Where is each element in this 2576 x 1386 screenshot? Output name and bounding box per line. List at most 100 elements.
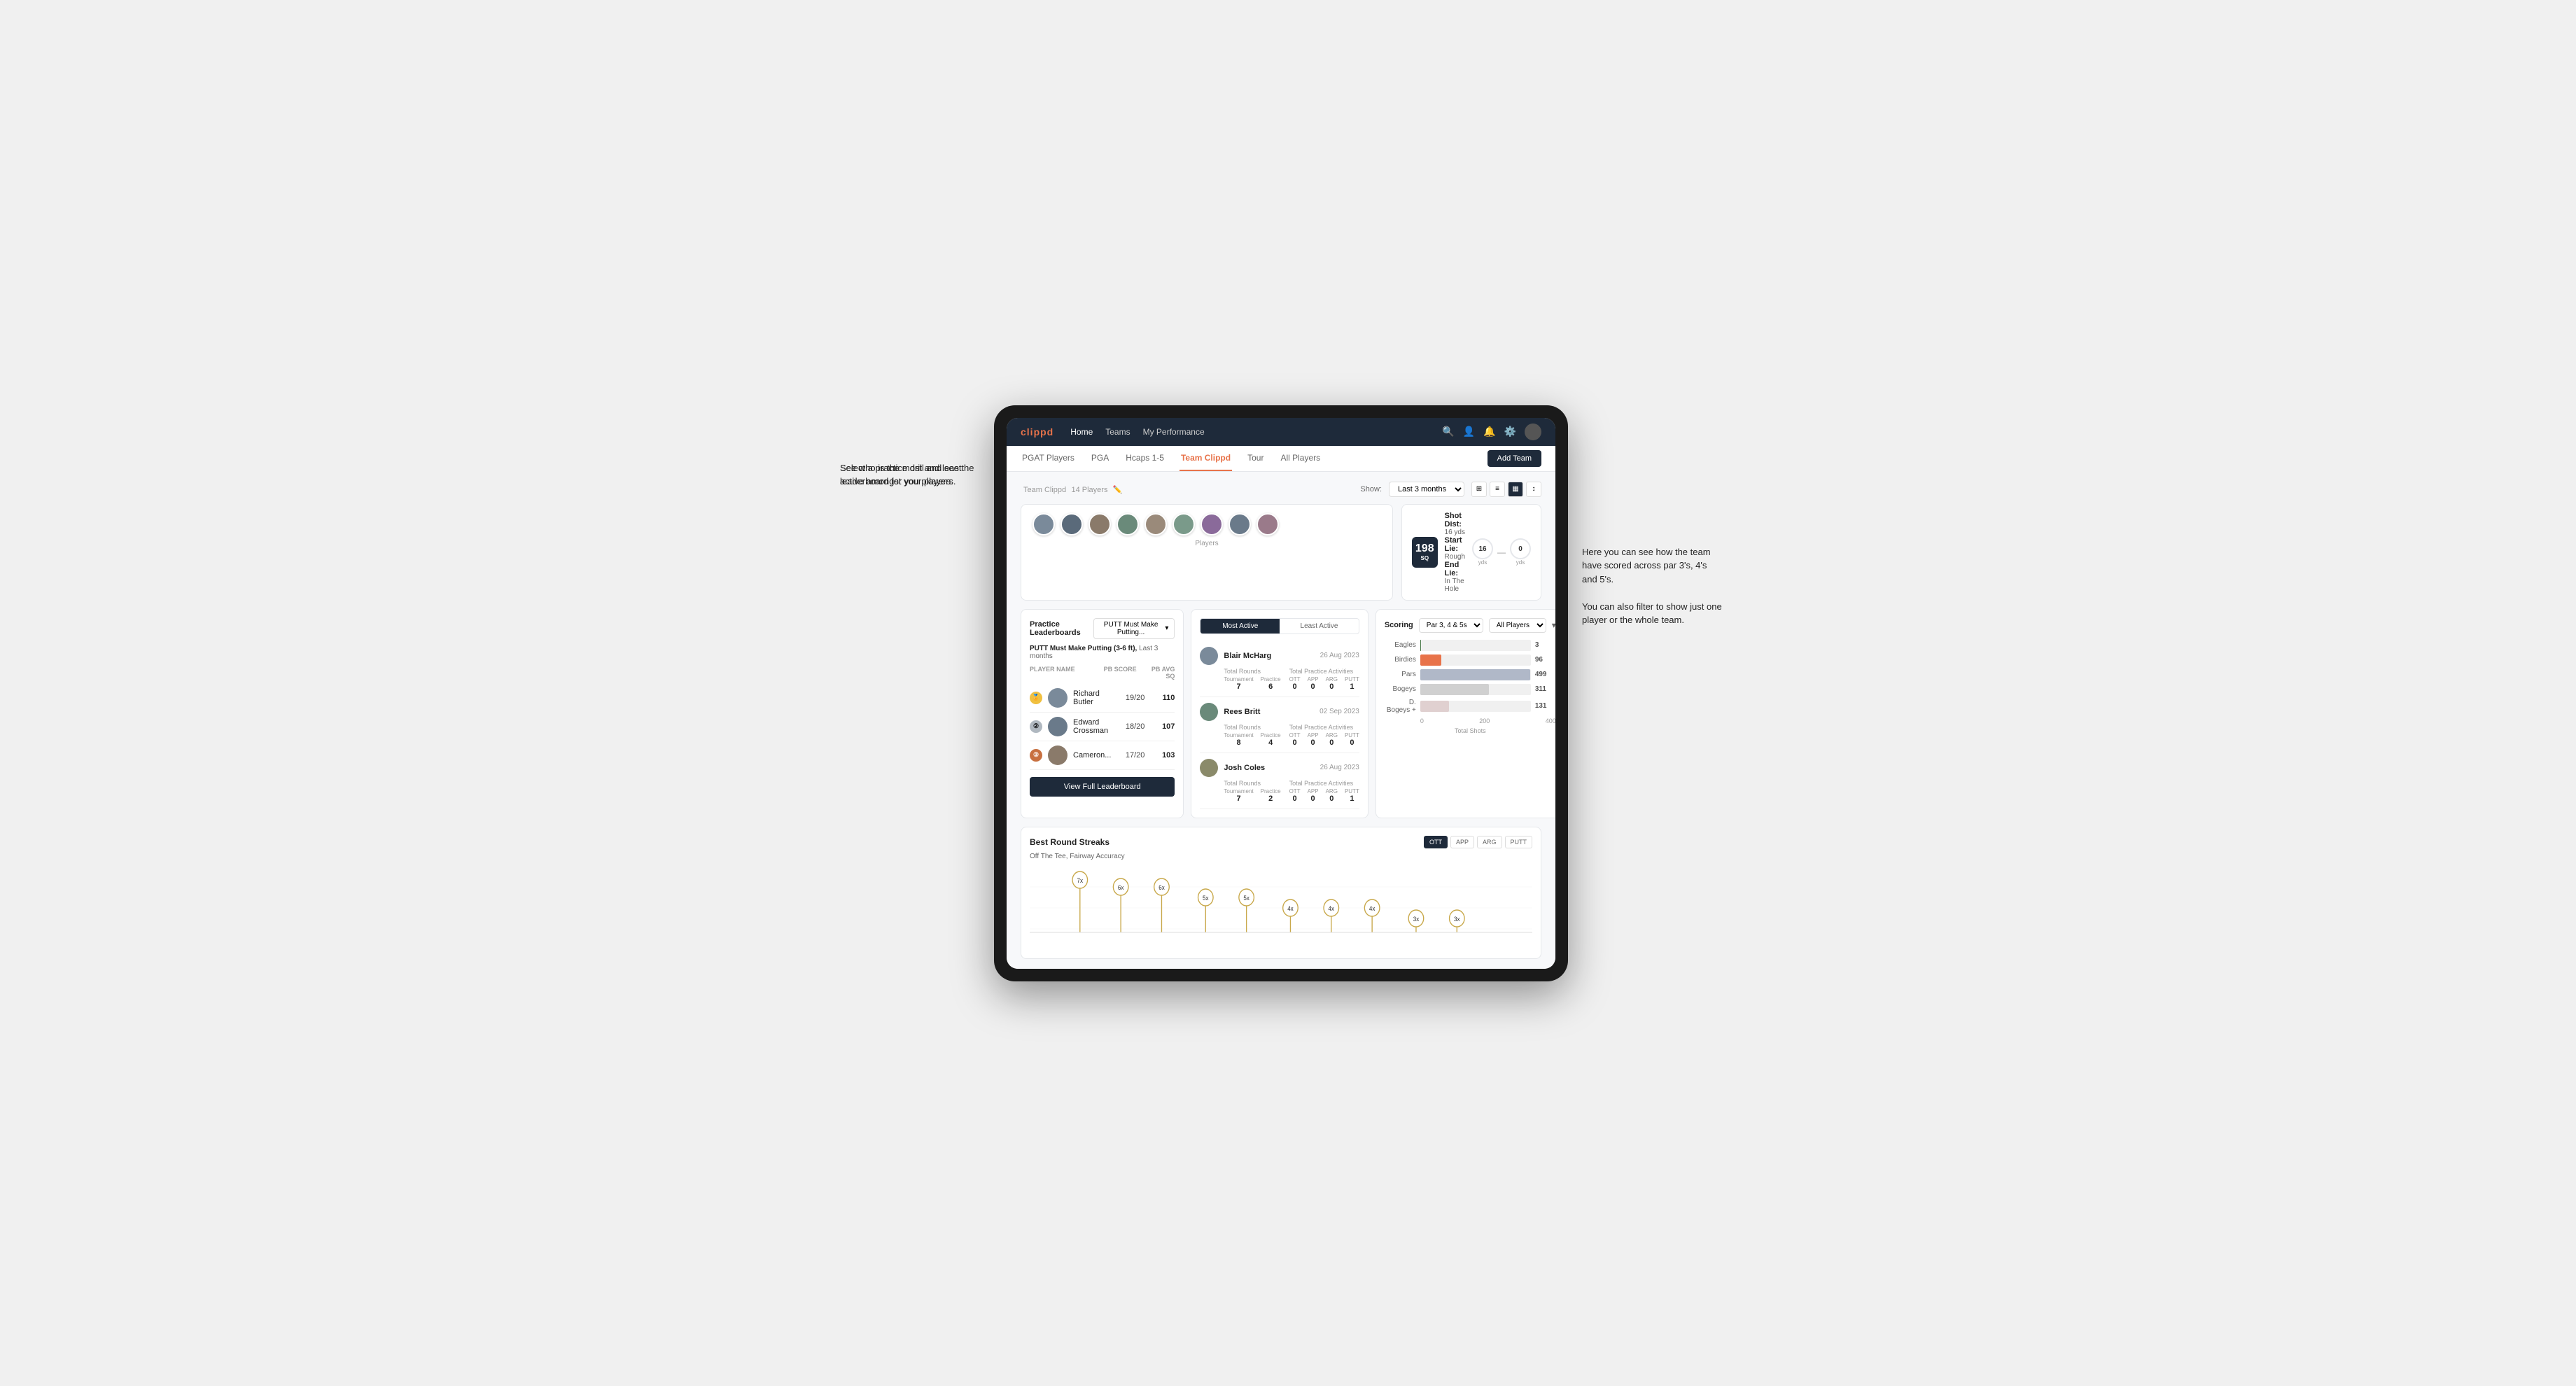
sort-icon[interactable]: ↕ [1526,482,1541,497]
players-label: Players [1032,540,1381,547]
bar-value-bogeys: 311 [1535,685,1555,693]
players-row-container: Players 198 SQ Shot Dist: 16 yds Start L… [1021,504,1541,601]
player-avatar-6[interactable] [1172,513,1195,536]
nav-home[interactable]: Home [1070,427,1093,437]
team-title: Team Clippd 14 Players ✏️ [1021,484,1123,494]
show-select[interactable]: Last 3 months Last 6 months This year [1389,482,1464,497]
activity-toggle: Most Active Least Active [1200,618,1359,634]
activity-player-header-3: Josh Coles 26 Aug 2023 [1200,759,1359,777]
show-label: Show: [1360,485,1382,493]
svg-text:7x: 7x [1077,876,1084,884]
nav-my-performance[interactable]: My Performance [1143,427,1205,437]
players-card: Players [1021,504,1393,601]
leaderboard-dropdown[interactable]: PUTT Must Make Putting... ▾ [1093,618,1175,639]
view-full-leaderboard-button[interactable]: View Full Leaderboard [1030,777,1175,797]
lb-score-2: 18/20 [1116,722,1144,731]
subnav-pgat[interactable]: PGAT Players [1021,446,1076,471]
activity-name-3: Josh Coles [1224,764,1314,772]
view-icons: ⊞ ≡ ▦ ↕ [1471,482,1541,497]
subnav: PGAT Players PGA Hcaps 1-5 Team Clippd T… [1007,446,1555,472]
player-avatar-9[interactable] [1256,513,1279,536]
navbar: clippd Home Teams My Performance 🔍 👤 🔔 ⚙… [1007,418,1555,446]
most-active-tab[interactable]: Most Active [1200,619,1280,634]
scoring-card: Scoring Par 3, 4 & 5s Par 3s Par 4s Par … [1376,609,1555,818]
filter-app[interactable]: APP [1450,836,1474,848]
bar-row-pars: Pars 499 [1385,669,1555,680]
col-pb-score: PB SCORE [1102,666,1137,680]
rank-badge-1: 🏅 [1030,692,1042,704]
rank-badge-2: ② [1030,720,1042,733]
scoring-header: Scoring Par 3, 4 & 5s Par 3s Par 4s Par … [1385,618,1555,633]
tournament-stat-2: Tournament 8 [1224,732,1253,747]
detail-view-icon[interactable]: ▦ [1508,482,1523,497]
edit-icon[interactable]: ✏️ [1113,486,1123,494]
lb-avatar-3 [1048,746,1068,765]
lb-avatar-1 [1048,688,1068,708]
total-rounds-group-3: Total Rounds Tournament 7 Practice [1224,780,1280,803]
subnav-team-clippd[interactable]: Team Clippd [1180,446,1232,471]
player-avatar-7[interactable] [1200,513,1223,536]
player-avatar-5[interactable] [1144,513,1167,536]
streaks-header: Best Round Streaks OTT APP ARG PUTT [1030,836,1532,848]
player-avatar-8[interactable] [1228,513,1251,536]
bar-value-birdies: 96 [1535,656,1555,664]
leaderboard-row-3: ③ Cameron... 17/20 103 [1030,741,1175,770]
total-rounds-group-1: Total Rounds Tournament 7 Practice [1224,668,1280,691]
list-view-icon[interactable]: ≡ [1490,482,1505,497]
bell-icon[interactable]: 🔔 [1483,426,1495,438]
activity-player-header-2: Rees Britt 02 Sep 2023 [1200,703,1359,721]
settings-icon[interactable]: ⚙️ [1504,426,1516,438]
putt-stat-1: PUTT 1 [1345,676,1359,691]
brand-logo: clippd [1021,426,1054,438]
bar-row-eagles: Eagles 3 [1385,640,1555,651]
bar-fill-pars [1420,669,1531,680]
tablet-screen: clippd Home Teams My Performance 🔍 👤 🔔 ⚙… [1007,418,1555,969]
practice-activities-group-3: Total Practice Activities OTT 0 APP [1289,780,1359,803]
shot-card: 198 SQ Shot Dist: 16 yds Start Lie: Roug… [1401,504,1541,601]
activity-avatar-3 [1200,759,1218,777]
player-avatar-4[interactable] [1116,513,1139,536]
activity-name-2: Rees Britt [1224,708,1314,716]
least-active-tab[interactable]: Least Active [1280,619,1359,634]
streaks-subtitle: Off The Tee, Fairway Accuracy [1030,853,1532,860]
app-stat-3: APP 0 [1308,788,1319,803]
lb-avg-1: 110 [1150,694,1175,702]
activity-avatar-2 [1200,703,1218,721]
col-player-name: PLAYER NAME [1030,666,1098,680]
player-avatar-1[interactable] [1032,513,1055,536]
avatar[interactable] [1525,424,1541,440]
search-icon[interactable]: 🔍 [1442,426,1454,438]
ott-stat-1: OTT 0 [1289,676,1301,691]
subnav-pga[interactable]: PGA [1090,446,1110,471]
players-avatars [1032,513,1381,536]
add-team-button[interactable]: Add Team [1488,450,1541,467]
filter-putt[interactable]: PUTT [1505,836,1533,848]
bar-fill-birdies [1420,654,1441,666]
streaks-title: Best Round Streaks [1030,837,1110,847]
subnav-hcaps[interactable]: Hcaps 1-5 [1124,446,1166,471]
leaderboard-row-2: ② Edward Crossman 18/20 107 [1030,713,1175,741]
tablet-frame: clippd Home Teams My Performance 🔍 👤 🔔 ⚙… [994,405,1568,981]
bar-row-bogeys: Bogeys 311 [1385,684,1555,695]
subnav-all-players[interactable]: All Players [1279,446,1322,471]
person-icon[interactable]: 👤 [1463,426,1475,438]
bar-track-birdies [1420,654,1531,666]
player-avatar-2[interactable] [1060,513,1083,536]
filter-arg[interactable]: ARG [1477,836,1502,848]
par-filter-select[interactable]: Par 3, 4 & 5s Par 3s Par 4s Par 5s [1419,618,1483,633]
activity-avatar-1 [1200,647,1218,665]
putt-stat-3: PUTT 1 [1345,788,1359,803]
svg-text:6x: 6x [1158,883,1165,891]
grid-view-icon[interactable]: ⊞ [1471,482,1487,497]
player-avatar-3[interactable] [1088,513,1111,536]
player-filter-select[interactable]: All Players [1489,618,1546,633]
nav-teams[interactable]: Teams [1105,427,1130,437]
subnav-tour[interactable]: Tour [1246,446,1265,471]
app-stat-2: APP 0 [1308,732,1319,747]
chart-axis: 0 200 400 [1420,718,1555,724]
chevron-down-icon: ▾ [1165,624,1168,632]
bar-label-eagles: Eagles [1385,641,1416,649]
lb-avg-2: 107 [1150,722,1175,731]
svg-text:5x: 5x [1203,894,1209,902]
filter-ott[interactable]: OTT [1424,836,1448,848]
